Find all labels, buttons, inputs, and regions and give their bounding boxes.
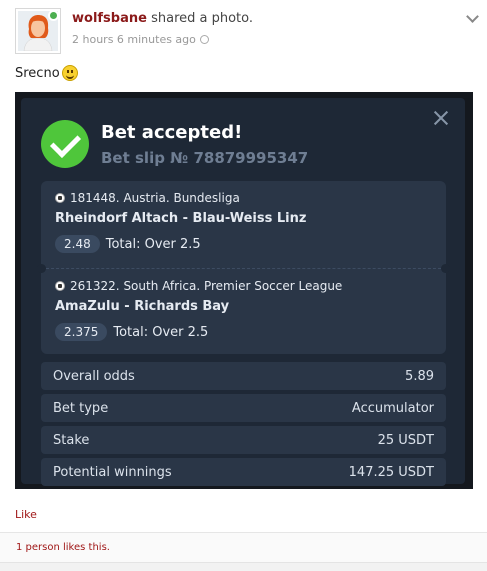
event-odd-badge: 2.48	[55, 235, 100, 253]
timestamp-line: 2 hours 6 minutes ago	[72, 33, 209, 46]
bet-event: 261322. South Africa. Premier Soccer Lea…	[55, 279, 435, 341]
post-header: wolfsbane shared a photo. 2 hours 6 minu…	[15, 8, 479, 54]
event-match: AmaZulu - Richards Bay	[55, 299, 230, 314]
summary-row-stake: Stake 25 USDT	[41, 426, 446, 454]
smiley-icon	[61, 65, 78, 81]
summary-value: 147.25 USDT	[348, 464, 434, 480]
event-market: Total: Over 2.5	[105, 236, 201, 252]
ticket-notch	[37, 264, 46, 273]
chevron-down-icon[interactable]	[466, 10, 479, 23]
soccer-ball-icon	[55, 281, 65, 291]
bet-title: Bet accepted!	[101, 122, 243, 143]
summary-value: 25 USDT	[377, 432, 434, 448]
event-odd-badge: 2.375	[55, 323, 108, 341]
event-market: Total: Over 2.5	[113, 324, 209, 340]
bet-confirmation-card: Bet accepted! Bet slip № 78879995347 181…	[21, 98, 465, 486]
event-league: 181448. Austria. Bundesliga	[70, 191, 240, 205]
avatar[interactable]	[15, 8, 61, 54]
shared-photo[interactable]: Bet accepted! Bet slip № 78879995347 181…	[15, 92, 473, 489]
bet-summary: Overall odds 5.89 Bet type Accumulator S…	[41, 362, 446, 489]
bet-event: 181448. Austria. Bundesliga Rheindorf Al…	[55, 191, 435, 253]
summary-row-bet-type: Bet type Accumulator	[41, 394, 446, 422]
post-action: shared a photo.	[151, 11, 254, 26]
caption-text: Srecno	[15, 65, 60, 81]
close-icon	[434, 111, 448, 125]
like-link[interactable]: Like	[15, 508, 37, 521]
likes-summary[interactable]: 1 person likes this.	[16, 542, 110, 553]
checkmark-icon	[41, 120, 89, 168]
summary-value: Accumulator	[351, 400, 434, 416]
event-divider	[41, 268, 446, 269]
bet-events-panel: 181448. Austria. Bundesliga Rheindorf Al…	[37, 181, 450, 354]
post-caption: Srecno	[15, 65, 78, 81]
comment-area-divider	[0, 562, 487, 571]
author-name[interactable]: wolfsbane	[72, 11, 147, 26]
summary-label: Potential winnings	[53, 464, 172, 480]
bet-slip-number: Bet slip № 78879995347	[101, 149, 309, 167]
online-status-icon	[48, 10, 59, 21]
summary-label: Bet type	[53, 400, 109, 416]
globe-icon	[199, 35, 209, 44]
timestamp[interactable]: 2 hours 6 minutes ago	[72, 33, 196, 46]
summary-row-potential-winnings: Potential winnings 147.25 USDT	[41, 458, 446, 486]
soccer-ball-icon	[55, 193, 65, 203]
event-league: 261322. South Africa. Premier Soccer Lea…	[70, 279, 343, 293]
ticket-notch	[441, 264, 450, 273]
event-match: Rheindorf Altach - Blau-Weiss Linz	[55, 211, 307, 226]
author-line: wolfsbane shared a photo.	[72, 11, 253, 26]
summary-label: Stake	[53, 432, 90, 448]
likes-bar: 1 person likes this.	[0, 532, 487, 562]
summary-row-overall-odds: Overall odds 5.89	[41, 362, 446, 390]
summary-value: 5.89	[405, 368, 434, 384]
summary-label: Overall odds	[53, 368, 135, 384]
